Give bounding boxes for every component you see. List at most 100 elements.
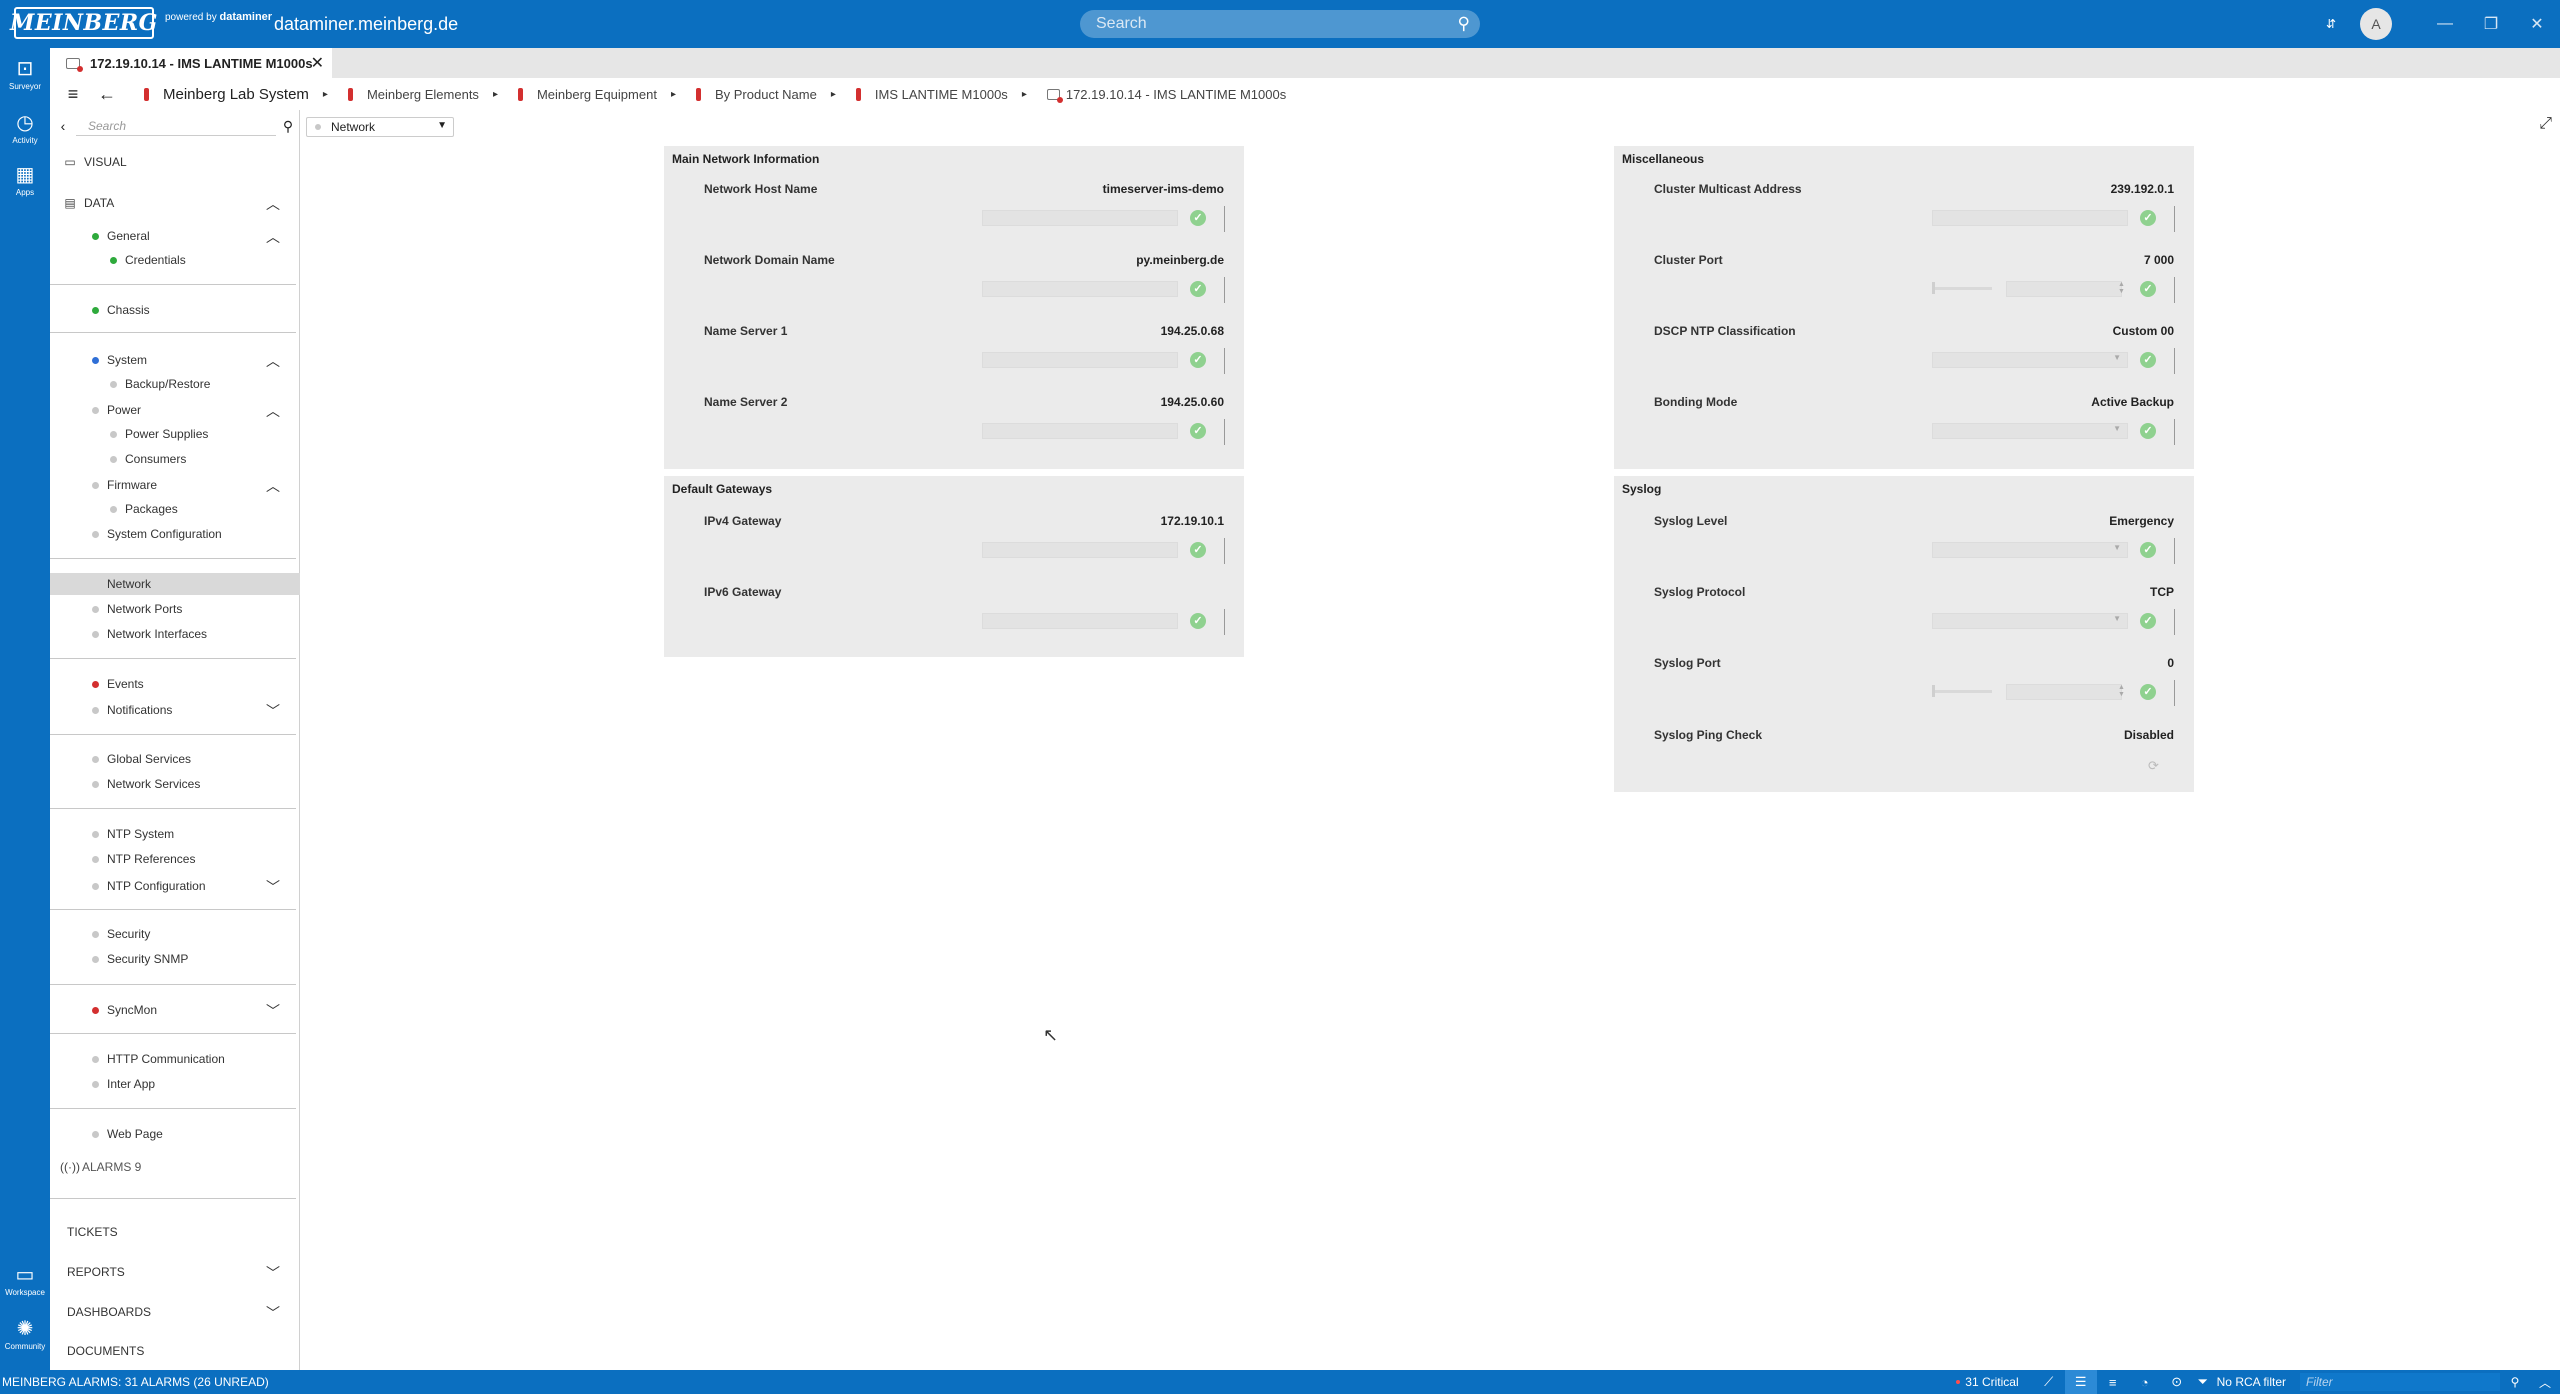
sidebar-item-packages[interactable]: Packages xyxy=(50,498,300,520)
chevron-down-icon[interactable]: ﹀ xyxy=(266,1263,280,1283)
breadcrumb-separator-icon[interactable]: ▸ xyxy=(671,89,676,100)
param-input[interactable] xyxy=(982,613,1178,629)
chevron-up-icon[interactable]: ︿ xyxy=(266,401,280,421)
sidebar-reports[interactable]: REPORTS ﹀ xyxy=(50,1260,300,1284)
focus-icon[interactable]: ⊙ xyxy=(2161,1374,2193,1390)
port-number-input[interactable] xyxy=(2006,684,2122,700)
check-icon[interactable]: ✓ xyxy=(2140,684,2156,700)
avatar[interactable]: A xyxy=(2360,8,2392,40)
view-selector[interactable]: Network ▼ xyxy=(306,117,454,137)
param-dropdown[interactable]: ▼ xyxy=(1932,542,2128,558)
sidebar-item-network-interfaces[interactable]: Network Interfaces xyxy=(50,623,300,645)
sidebar-item-security-snmp[interactable]: Security SNMP xyxy=(50,948,300,970)
sidebar-item-ntp-references[interactable]: NTP References xyxy=(50,848,300,870)
sidebar-item-ntp-system[interactable]: NTP System xyxy=(50,823,300,845)
critical-alarm-count[interactable]: 31 Critical xyxy=(1956,1375,2019,1389)
sidebar-item-chassis[interactable]: Chassis xyxy=(50,299,300,321)
sidebar-item-visual[interactable]: ▭ VISUAL xyxy=(50,151,300,173)
rail-surveyor[interactable]: ⊡ Surveyor xyxy=(0,58,50,91)
port-number-input[interactable] xyxy=(2006,281,2122,297)
sidebar-item-inter-app[interactable]: Inter App xyxy=(50,1073,300,1095)
sort-icon[interactable]: ⇵ xyxy=(2326,17,2336,31)
sidebar-dashboards[interactable]: DASHBOARDS ﹀ xyxy=(50,1300,300,1324)
spinner-icon[interactable]: ▲ ▼ xyxy=(2118,281,2125,295)
sidebar-item-network-services[interactable]: Network Services xyxy=(50,773,300,795)
check-icon[interactable]: ✓ xyxy=(2140,423,2156,439)
sidebar-item-network[interactable]: Network xyxy=(50,573,300,595)
port-slider[interactable] xyxy=(1932,287,1992,290)
chevron-up-icon[interactable]: ︿ xyxy=(266,194,280,214)
check-icon[interactable]: ✓ xyxy=(2140,613,2156,629)
sidebar-item-firmware[interactable]: Firmware ︿ xyxy=(50,474,300,496)
breadcrumb-separator-icon[interactable]: ▸ xyxy=(323,89,328,100)
search-icon[interactable]: ⚲ xyxy=(276,118,300,135)
breadcrumb-item[interactable]: IMS LANTIME M1000s ▸ xyxy=(855,87,1027,102)
sidebar-item-data[interactable]: ▤ DATA ︿ xyxy=(50,192,300,214)
check-icon[interactable]: ✓ xyxy=(2140,352,2156,368)
check-icon[interactable]: ✓ xyxy=(1190,352,1206,368)
sidebar-item-power[interactable]: Power ︿ xyxy=(50,399,300,421)
check-icon[interactable]: ✓ xyxy=(1190,613,1206,629)
rail-community[interactable]: ✺ Community xyxy=(0,1318,50,1351)
global-search-input[interactable]: Search ⚲ xyxy=(1080,10,1480,38)
tab-element-card[interactable]: 172.19.10.14 - IMS LANTIME M1000s ✕ xyxy=(50,48,332,78)
sidebar-tickets[interactable]: TICKETS xyxy=(50,1220,300,1244)
check-icon[interactable]: ✓ xyxy=(1190,423,1206,439)
hamburger-menu-icon[interactable]: ≡ xyxy=(56,84,90,105)
sidebar-documents[interactable]: DOCUMENTS xyxy=(50,1339,300,1363)
param-input[interactable] xyxy=(982,352,1178,368)
chevron-down-icon[interactable]: ﹀ xyxy=(266,701,280,721)
chevron-down-icon[interactable]: ﹀ xyxy=(266,877,280,897)
slider-handle[interactable] xyxy=(1932,685,1935,697)
close-window-icon[interactable]: ✕ xyxy=(2514,14,2560,34)
sort-list-icon[interactable]: ≡ xyxy=(2097,1375,2129,1390)
sidebar-item-network-ports[interactable]: Network Ports xyxy=(50,598,300,620)
collapse-sidebar-icon[interactable]: ‹ xyxy=(50,118,76,134)
sidebar-item-http-communication[interactable]: HTTP Communication xyxy=(50,1048,300,1070)
rail-apps[interactable]: ▦ Apps xyxy=(0,164,50,197)
sidebar-item-global-services[interactable]: Global Services xyxy=(50,748,300,770)
close-tab-icon[interactable]: ✕ xyxy=(311,53,324,73)
sidebar-item-web-page[interactable]: Web Page xyxy=(50,1123,300,1145)
chevron-down-icon[interactable]: ﹀ xyxy=(266,1001,280,1021)
fullscreen-icon[interactable]: ⤢ xyxy=(2539,115,2552,133)
sidebar-item-general[interactable]: General ︿ xyxy=(50,225,300,247)
minimize-icon[interactable]: — xyxy=(2422,15,2468,33)
sidebar-search-input[interactable]: Search xyxy=(76,116,276,136)
breadcrumb-item[interactable]: Meinberg Elements ▸ xyxy=(347,87,498,102)
param-dropdown[interactable]: ▼ xyxy=(1932,352,2128,368)
sidebar-item-credentials[interactable]: Credentials xyxy=(50,249,300,271)
check-icon[interactable]: ✓ xyxy=(2140,542,2156,558)
rca-filter[interactable]: No RCA filter xyxy=(2217,1375,2286,1389)
sidebar-item-events[interactable]: Events xyxy=(50,673,300,695)
rail-activity[interactable]: ◷ Activity xyxy=(0,112,50,145)
param-input[interactable] xyxy=(1932,210,2128,226)
alarm-filter-input[interactable]: Filter xyxy=(2300,1373,2500,1391)
check-icon[interactable]: ✓ xyxy=(1190,210,1206,226)
sidebar-item-backup-restore[interactable]: Backup/Restore xyxy=(50,373,300,395)
param-input[interactable] xyxy=(982,281,1178,297)
slider-handle[interactable] xyxy=(1932,282,1935,294)
chevron-up-icon[interactable]: ︿ xyxy=(2530,1374,2560,1391)
breadcrumb-item[interactable]: By Product Name ▸ xyxy=(695,87,836,102)
port-slider[interactable] xyxy=(1932,690,1992,693)
sidebar-item-notifications[interactable]: Notifications ﹀ xyxy=(50,699,300,721)
sidebar-item-security[interactable]: Security xyxy=(50,923,300,945)
param-dropdown[interactable]: ▼ xyxy=(1932,613,2128,629)
check-icon[interactable]: ✓ xyxy=(2140,210,2156,226)
trend-icon[interactable]: ⟋ xyxy=(2033,1374,2065,1390)
spinner-icon[interactable]: ▲ ▼ xyxy=(2118,684,2125,698)
sidebar-item-ntp-configuration[interactable]: NTP Configuration ﹀ xyxy=(50,875,300,897)
check-icon[interactable]: ✓ xyxy=(1190,542,1206,558)
dropdown-arrow-icon[interactable]: ▼ xyxy=(437,120,447,131)
sidebar-item-system[interactable]: System ︿ xyxy=(50,349,300,371)
param-input[interactable] xyxy=(982,423,1178,439)
sidebar-item-system-configuration[interactable]: System Configuration xyxy=(50,523,300,545)
search-icon[interactable]: ⚲ xyxy=(2500,1375,2530,1389)
restore-icon[interactable]: ❐ xyxy=(2468,14,2514,34)
breadcrumb-item[interactable]: 172.19.10.14 - IMS LANTIME M1000s xyxy=(1046,87,1286,103)
alarm-summary[interactable]: MEINBERG ALARMS: 31 ALARMS (26 UNREAD) xyxy=(2,1375,269,1389)
check-icon[interactable]: ✓ xyxy=(1190,281,1206,297)
meinberg-logo[interactable]: MEINBERG xyxy=(10,7,157,39)
check-icon[interactable]: ✓ xyxy=(2140,281,2156,297)
